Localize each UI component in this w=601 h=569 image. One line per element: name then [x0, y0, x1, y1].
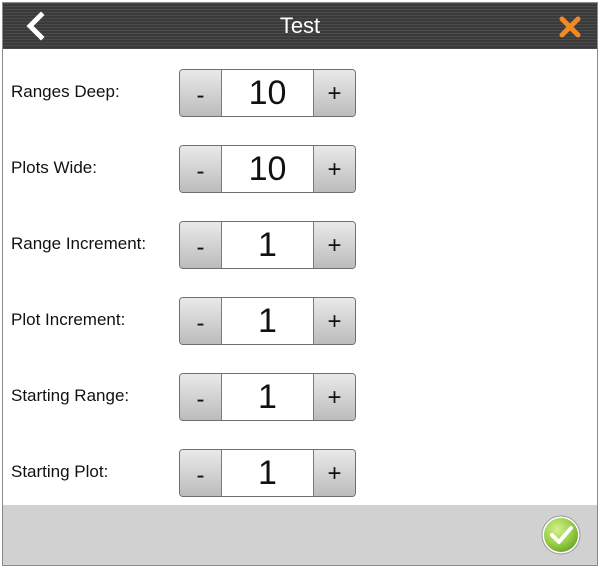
close-x-icon [559, 16, 581, 38]
range-increment-stepper: - + [179, 221, 356, 269]
checkmark-circle-icon [541, 515, 581, 555]
decrement-button[interactable]: - [180, 374, 222, 420]
field-label: Ranges Deep: [11, 82, 120, 101]
field-label: Range Increment: [11, 234, 147, 253]
field-row-starting-plot: Starting Plot: - + [3, 441, 597, 503]
increment-button[interactable]: + [313, 450, 355, 496]
decrement-button[interactable]: - [180, 70, 222, 116]
starting-range-stepper: - + [179, 373, 356, 421]
confirm-button[interactable] [541, 515, 581, 555]
field-row-plots-wide: Plots Wide: - + [3, 137, 597, 199]
field-label: Plots Wide: [11, 158, 97, 177]
plots-wide-input[interactable] [222, 146, 313, 192]
field-row-range-increment: Range Increment: - + [3, 213, 597, 275]
title-bar: Test [3, 3, 597, 49]
footer-bar [3, 505, 597, 565]
increment-button[interactable]: + [313, 298, 355, 344]
range-increment-input[interactable] [222, 222, 313, 268]
increment-button[interactable]: + [313, 70, 355, 116]
ranges-deep-stepper: - + [179, 69, 356, 117]
field-row-ranges-deep: Ranges Deep: - + [3, 61, 597, 123]
increment-button[interactable]: + [313, 374, 355, 420]
starting-range-input[interactable] [222, 374, 313, 420]
starting-plot-stepper: - + [179, 449, 356, 497]
increment-button[interactable]: + [313, 146, 355, 192]
field-row-starting-range: Starting Range: - + [3, 365, 597, 427]
field-label: Starting Range: [11, 386, 130, 405]
decrement-button[interactable]: - [180, 222, 222, 268]
window-title: Test [279, 13, 321, 38]
ranges-deep-input[interactable] [222, 70, 313, 116]
increment-button[interactable]: + [313, 222, 355, 268]
field-label: Plot Increment: [11, 310, 126, 329]
decrement-button[interactable]: - [180, 450, 222, 496]
plots-wide-stepper: - + [179, 145, 356, 193]
decrement-button[interactable]: - [180, 298, 222, 344]
close-button[interactable] [553, 11, 587, 43]
decrement-button[interactable]: - [180, 146, 222, 192]
plot-increment-input[interactable] [222, 298, 313, 344]
field-row-plot-increment: Plot Increment: - + [3, 289, 597, 351]
starting-plot-input[interactable] [222, 450, 313, 496]
dialog-window: Test Ranges Deep: - + Plots Wide: - + [2, 2, 598, 566]
field-label: Starting Plot: [11, 462, 109, 481]
plot-increment-stepper: - + [179, 297, 356, 345]
